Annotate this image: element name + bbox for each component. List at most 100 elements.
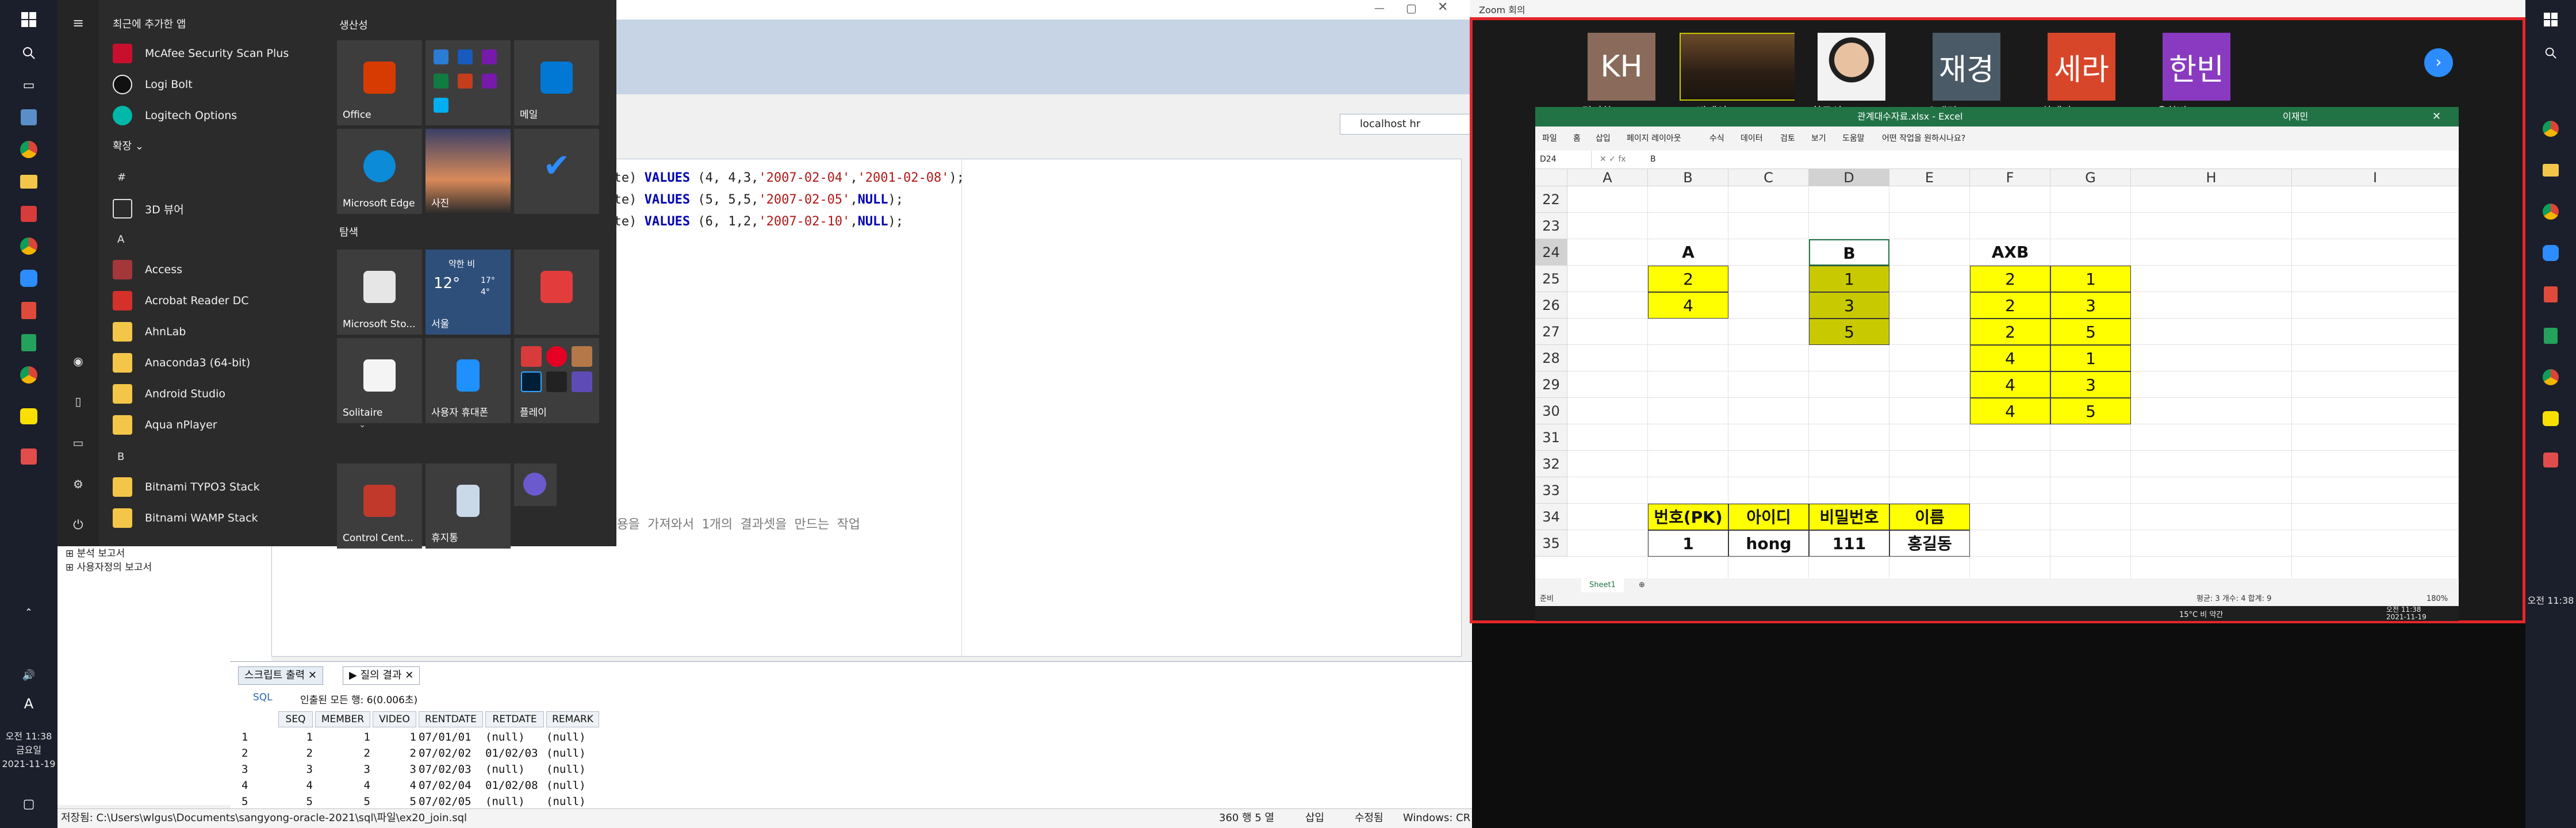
participant-tile[interactable]: ✗박세인 (1680, 28, 1818, 118)
col-header-remark[interactable]: REMARK (546, 711, 599, 727)
result-cell[interactable]: 07/02/05 (419, 795, 483, 808)
column-header[interactable]: C (1728, 169, 1809, 186)
table-data-cell[interactable]: 홍길동 (1889, 530, 1970, 557)
col-header-retdate[interactable]: RETDATE (485, 711, 544, 727)
zoom-app-icon[interactable] (2537, 239, 2564, 267)
chrome-icon-2[interactable] (15, 232, 43, 260)
product-cell-a[interactable]: 4 (1970, 398, 2050, 424)
result-cell[interactable]: 4 (278, 779, 313, 792)
result-cell[interactable]: (null) (546, 779, 599, 792)
tile-solitaire[interactable]: Solitaire (337, 338, 422, 423)
app-red-icon[interactable] (15, 200, 43, 228)
app-logi-bolt[interactable]: Logi Bolt (113, 69, 366, 100)
excel-grid[interactable]: A B C D E F G H I 22 23 24 25 26 27 28 29 30 31 32 33 34 35 A B A… (1535, 169, 2459, 578)
app-3d-viewer[interactable]: 3D 뷰어 (113, 193, 366, 224)
letter-a[interactable]: A (117, 233, 124, 246)
result-cell[interactable]: 07/02/02 (419, 747, 483, 760)
column-header[interactable]: D (1809, 169, 1889, 186)
row-header[interactable]: 23 (1535, 213, 1567, 239)
product-cell-a[interactable]: 2 (1970, 266, 2050, 292)
power-icon[interactable]: ⏻ (66, 513, 91, 538)
row-header[interactable]: 28 (1535, 345, 1567, 371)
windows-start-icon[interactable] (15, 6, 43, 33)
app-aqua-nplayer[interactable]: Aqua nPlayer ⌄ (113, 409, 366, 440)
tile-small[interactable] (514, 463, 557, 506)
letter-b[interactable]: B (117, 451, 124, 463)
row-header[interactable]: 33 (1535, 477, 1567, 504)
table-data-cell[interactable]: 111 (1809, 530, 1889, 557)
chrome-icon[interactable] (15, 136, 43, 163)
participant-tile[interactable]: 한빈✗윤한빈 (2140, 28, 2243, 118)
sheets-app-icon[interactable] (15, 329, 43, 356)
tile-photos[interactable]: 사진 (425, 129, 511, 214)
result-cell[interactable]: (null) (546, 747, 599, 760)
set-b-header[interactable]: B (1809, 239, 1889, 266)
clock-time[interactable]: 오전 11:38 (0, 730, 57, 743)
app-acrobat[interactable]: Acrobat Reader DC (113, 285, 366, 316)
connection-selector[interactable]: localhost hr (1340, 114, 1472, 135)
ribbon-tab[interactable]: 파일 (1542, 126, 1557, 151)
tab-script-output[interactable]: 스크립트 출력 ✕ (238, 666, 323, 685)
set-a-cell[interactable]: 4 (1648, 292, 1728, 319)
result-cell[interactable]: 2 (315, 747, 370, 760)
result-cell[interactable]: 07/02/03 (419, 763, 483, 776)
excel-close-icon[interactable]: ✕ (2432, 107, 2441, 126)
tile-recycle-bin[interactable]: 휴지통 (425, 463, 511, 549)
result-cell[interactable]: (null) (485, 731, 544, 743)
tile-weather[interactable]: 약한 비 12° 17° 4° 서울 (425, 250, 511, 335)
result-cell[interactable]: 01/02/08 (485, 779, 544, 792)
participant-tile[interactable]: ✗함규성 (1795, 28, 1898, 118)
product-cell-a[interactable]: 2 (1970, 292, 2050, 319)
tile-play[interactable]: 플레이 (514, 338, 599, 423)
app-android-studio[interactable]: Android Studio⌄ (113, 378, 366, 409)
windows-start-icon[interactable] (2537, 6, 2564, 33)
result-cell[interactable]: 1 (278, 731, 313, 743)
tile-control-center[interactable]: Control Cent... (337, 463, 422, 549)
hamburger-menu-icon[interactable]: ≡ (66, 10, 91, 36)
search-icon[interactable] (2537, 39, 2564, 67)
app-ahnlab[interactable]: AhnLab⌄ (113, 316, 366, 347)
settings-gear-icon[interactable]: ⚙ (66, 471, 91, 497)
app-bitnami-typo3[interactable]: Bitnami TYPO3 Stack⌄ (113, 471, 366, 503)
result-cell[interactable]: 3 (278, 763, 313, 776)
clock-time[interactable]: 오전 11:38 (2525, 595, 2576, 607)
minimize-icon[interactable]: — (1374, 2, 1385, 14)
sheet-tab[interactable]: Sheet1 (1581, 578, 1624, 592)
kakaotalk-icon[interactable] (15, 402, 43, 430)
chrome-icon-3[interactable] (2537, 363, 2564, 391)
set-b-cell[interactable]: 3 (1809, 292, 1889, 319)
calendar-app-icon[interactable] (15, 443, 43, 470)
pdf-app-icon[interactable] (15, 297, 43, 324)
row-header[interactable]: 25 (1535, 266, 1567, 292)
chrome-icon[interactable] (2537, 115, 2564, 143)
close-icon[interactable]: ✕ (1438, 0, 1448, 14)
col-header-rentdate[interactable]: RENTDATE (419, 711, 483, 727)
app-anaconda[interactable]: Anaconda3 (64-bit)⌄ (113, 347, 366, 378)
product-cell-b[interactable]: 1 (2050, 266, 2131, 292)
result-cell[interactable]: 3 (373, 763, 416, 776)
set-a-header[interactable]: A (1648, 239, 1728, 266)
notification-icon[interactable]: ▢ (15, 790, 43, 818)
row-header[interactable]: 26 (1535, 292, 1567, 319)
table-header-cell[interactable]: 아이디 (1728, 504, 1809, 530)
table-header-cell[interactable]: 번호(PK) (1648, 504, 1728, 530)
chrome-icon-3[interactable] (15, 361, 43, 389)
column-header[interactable]: E (1889, 169, 1970, 186)
result-cell[interactable]: 4 (315, 779, 370, 792)
row-header[interactable]: 29 (1535, 371, 1567, 398)
product-cell-a[interactable]: 2 (1970, 319, 2050, 345)
letter-hash[interactable]: # (117, 171, 126, 183)
name-box[interactable]: D24 (1540, 151, 1592, 168)
row-header[interactable]: 24 (1535, 239, 1567, 266)
explorer-icon[interactable] (15, 168, 43, 195)
result-cell[interactable]: 07/02/04 (419, 779, 483, 792)
col-header-member[interactable]: MEMBER (315, 711, 370, 727)
set-a-cell[interactable]: 2 (1648, 266, 1728, 292)
column-header[interactable]: I (2292, 169, 2459, 186)
result-cell[interactable]: 2 (373, 747, 416, 760)
tile-news[interactable] (514, 250, 599, 335)
ribbon-tab[interactable]: 수식 (1709, 126, 1724, 151)
volume-icon[interactable]: 🔊 (15, 661, 43, 689)
tree-item-analysis-reports[interactable]: ⊞ 분석 보고서 (66, 545, 125, 559)
tile-mail[interactable]: 메일 (514, 40, 599, 125)
